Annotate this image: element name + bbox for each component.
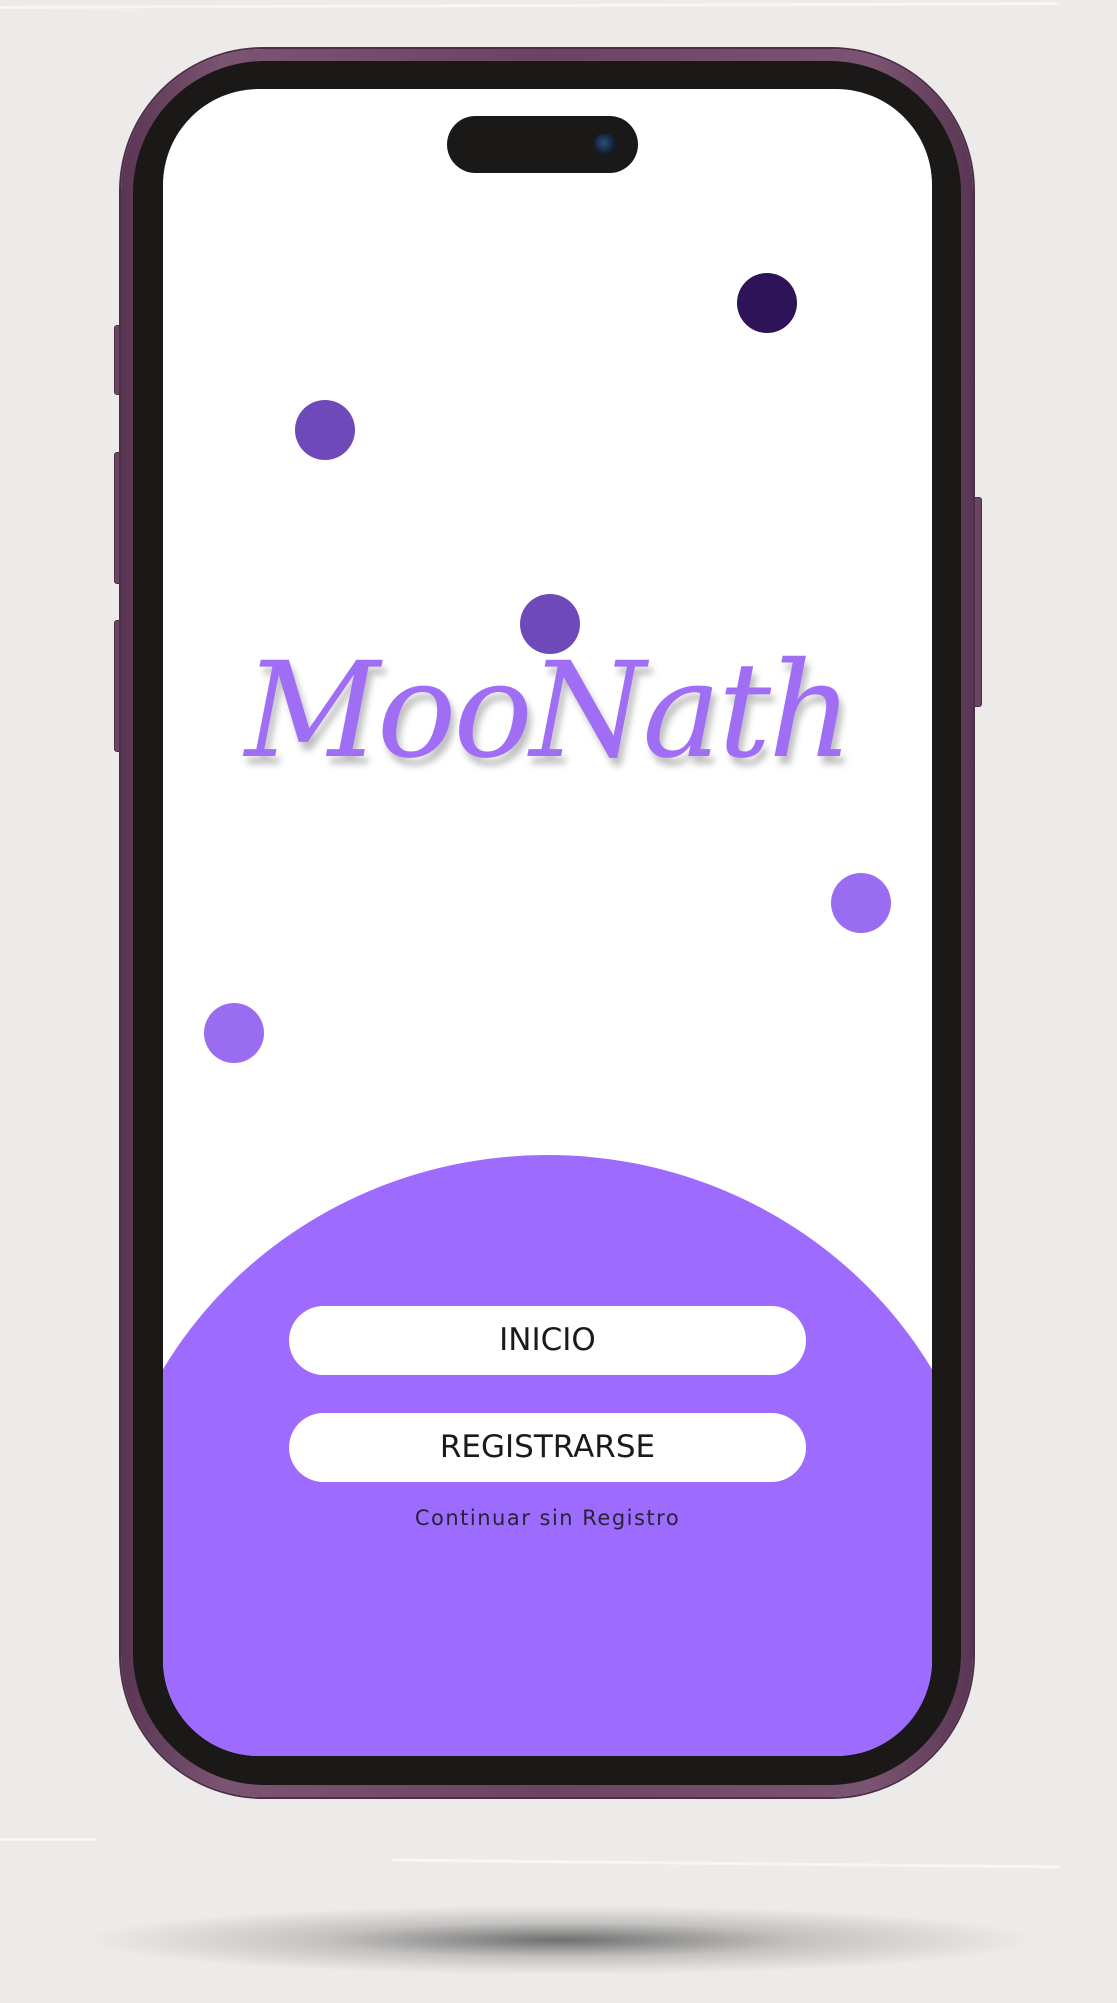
continue-without-registration-link[interactable]: Continuar sin Registro [163,1506,932,1530]
power-button [972,497,982,707]
mockup-stage: MooNath INICIO REGISTRARSE Continuar sin… [0,0,1117,2003]
login-button[interactable]: INICIO [289,1306,806,1375]
app-logo: MooNath [244,634,853,788]
decorative-dot [204,1003,264,1063]
phone-floor-shadow [80,1905,1040,1975]
decorative-dot [295,400,355,460]
background-streak [0,1838,96,1841]
background-streak [392,1858,1060,1869]
app-screen: MooNath INICIO REGISTRARSE Continuar sin… [163,89,932,1756]
background-streak [0,2,1061,9]
dynamic-island [447,116,638,173]
decorative-dot [831,873,891,933]
front-camera-icon [594,133,616,155]
decorative-dot [737,273,797,333]
register-button[interactable]: REGISTRARSE [289,1413,806,1482]
